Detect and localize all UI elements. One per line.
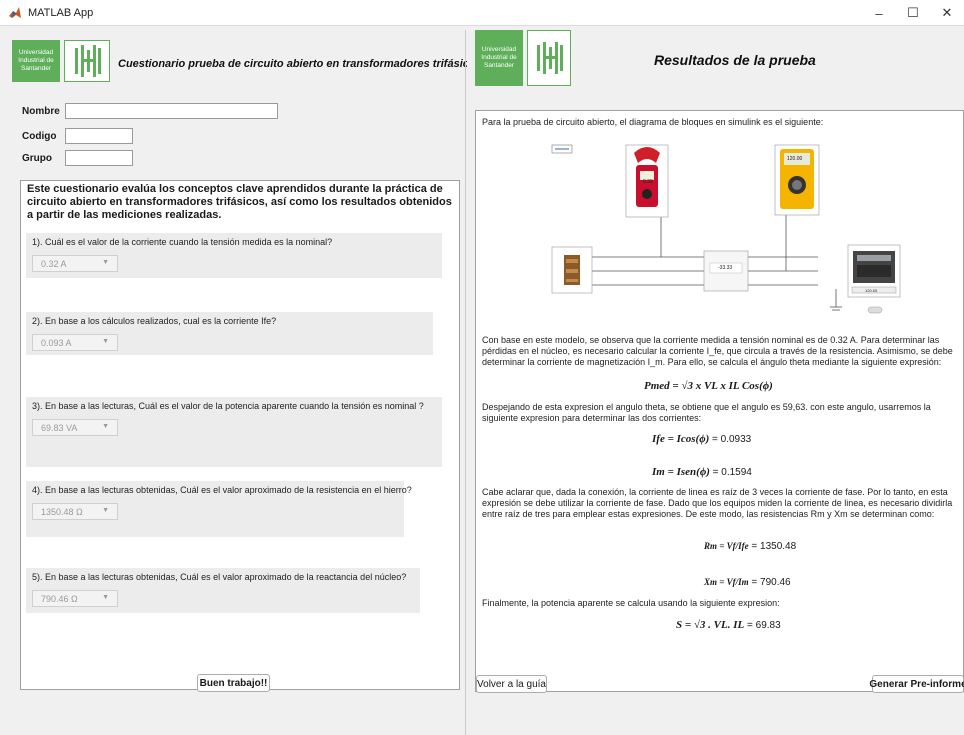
results-title: Resultados de la prueba — [654, 52, 816, 68]
results-panel: Universidad Industrial de Santander Resu… — [467, 30, 964, 735]
close-button[interactable]: ✕ — [930, 0, 964, 26]
quiz-intro: Este cuestionario evalúa los conceptos c… — [27, 183, 452, 221]
results-paragraph-5: Finalmente, la potencia aparente se calc… — [482, 598, 780, 608]
question-5: 5). En base a las lecturas obtenidas, Cu… — [26, 568, 420, 613]
results-paragraph-4: Cabe aclarar que, dada la conexión, la c… — [482, 487, 953, 519]
university-logo-text: Universidad Industrial de Santander — [12, 40, 60, 82]
formula-s: S = √3 . VL. IL = 69.83 — [676, 619, 781, 631]
question-3-text: 3). En base a las lecturas, Cuál es el v… — [32, 401, 424, 411]
panel-divider — [465, 30, 466, 735]
simulink-diagram: 0.32 120.00 -33.33 120.00 — [548, 139, 904, 325]
group-input[interactable] — [65, 150, 133, 166]
code-input[interactable] — [65, 128, 133, 144]
name-input[interactable] — [65, 103, 278, 119]
uis-emblem-icon — [64, 40, 110, 82]
question-4-text: 4). En base a las lecturas obtenidas, Cu… — [32, 485, 412, 495]
results-intro-text: Para la prueba de circuito abierto, el d… — [482, 117, 824, 127]
results-container: Para la prueba de circuito abierto, el d… — [475, 110, 964, 692]
question-2-text: 2). En base a los cálculos realizados, c… — [32, 316, 277, 326]
results-paragraph-3: Despejando de esta expresion el angulo t… — [482, 402, 931, 423]
chevron-down-icon: ▼ — [102, 338, 109, 345]
results-paragraph-2: Con base en este modelo, se observa que … — [482, 335, 953, 367]
formula-im: Im = Isen(ϕ) = 0.1594 — [652, 466, 752, 478]
finish-button[interactable]: Buen trabajo!! — [197, 674, 270, 692]
back-to-guide-button[interactable]: Volver a la guía — [476, 675, 547, 693]
window-title: MATLAB App — [28, 6, 94, 19]
question-4-dropdown[interactable]: 1350.48 Ω ▼ — [32, 503, 118, 520]
name-label: Nombre — [22, 106, 60, 117]
group-label: Grupo — [22, 153, 52, 164]
quiz-title: Cuestionario prueba de circuito abierto … — [118, 58, 482, 70]
question-1-dropdown[interactable]: 0.32 A ▼ — [32, 255, 118, 272]
chevron-down-icon: ▼ — [102, 259, 109, 266]
window-title-bar: MATLAB App – ☐ ✕ — [0, 0, 964, 26]
formula-pmed: Pmed = √3 x VL x IL Cos(ϕ) — [644, 380, 773, 392]
formula-rm: Rm = Vf/Ife = 1350.48 — [704, 541, 797, 552]
chevron-down-icon: ▼ — [102, 594, 109, 601]
code-label: Codigo — [22, 131, 57, 142]
quiz-container: Este cuestionario evalúa los conceptos c… — [20, 180, 460, 690]
measurement-block-reading: -33.33 — [718, 265, 733, 271]
clamp-meter-reading: 0.32 — [643, 179, 653, 185]
uis-emblem-icon — [527, 30, 571, 86]
question-1: 1). Cuál es el valor de la corriente cua… — [26, 233, 442, 278]
chevron-down-icon: ▼ — [102, 507, 109, 514]
chevron-down-icon: ▼ — [102, 423, 109, 430]
question-3-dropdown[interactable]: 69.83 VA ▼ — [32, 419, 118, 436]
quiz-panel: Universidad Industrial de Santander Cues… — [0, 30, 482, 735]
question-2-dropdown[interactable]: 0.093 A ▼ — [32, 334, 118, 351]
question-1-text: 1). Cuál es el valor de la corriente cua… — [32, 237, 333, 247]
question-3: 3). En base a las lecturas, Cuál es el v… — [26, 397, 442, 467]
panel-meter-reading: 120.00 — [787, 156, 803, 162]
minimize-button[interactable]: – — [862, 0, 896, 26]
maximize-button[interactable]: ☐ — [896, 0, 930, 26]
matlab-icon — [8, 5, 22, 20]
question-5-text: 5). En base a las lecturas obtenidas, Cu… — [32, 572, 407, 582]
power-source-reading: 120.00 — [865, 288, 878, 293]
question-5-dropdown[interactable]: 790.46 Ω ▼ — [32, 590, 118, 607]
formula-xm: Xm = Vf/Im = 790.46 — [704, 577, 791, 588]
question-4: 4). En base a las lecturas obtenidas, Cu… — [26, 481, 412, 537]
formula-ife: Ife = Icos(ϕ) = 0.0933 — [652, 433, 752, 445]
university-logo-text: Universidad Industrial de Santander — [475, 30, 523, 86]
question-2: 2). En base a los cálculos realizados, c… — [26, 312, 433, 355]
generate-report-button[interactable]: Generar Pre-informe — [869, 675, 964, 693]
